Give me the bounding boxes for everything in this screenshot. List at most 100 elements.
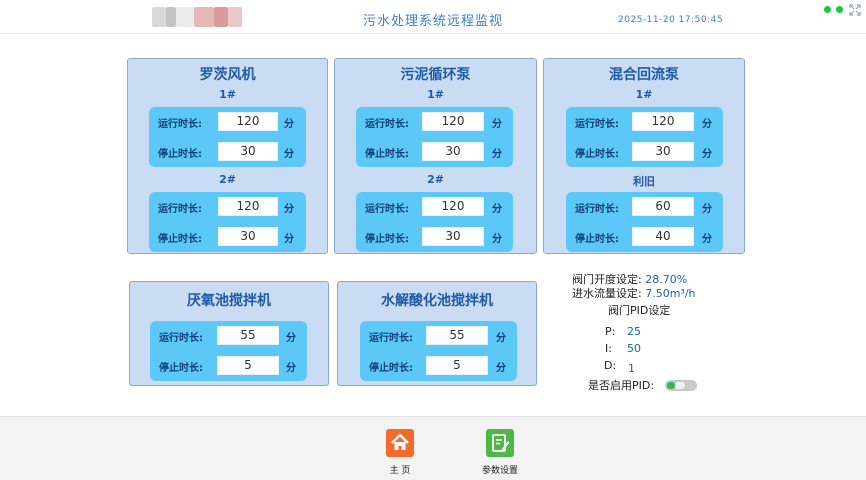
unit-label: 分 bbox=[284, 204, 294, 215]
stop-duration-input[interactable]: 30 bbox=[218, 227, 278, 246]
params-button[interactable]: 参数设置 bbox=[470, 429, 530, 479]
stop-duration-input[interactable]: 30 bbox=[632, 142, 694, 161]
stop-duration-label: 停止时长: bbox=[575, 149, 619, 160]
unit-label: 分 bbox=[496, 363, 506, 374]
stop-duration-label: 停止时长: bbox=[158, 234, 202, 245]
group-box: 运行时长: 55 分 停止时长: 5 分 bbox=[150, 321, 307, 381]
app-window: 污水处理系统远程监视 2025-11-20 17:50:45 罗茨风机 1# 运… bbox=[0, 0, 866, 480]
pid-enable-toggle[interactable] bbox=[665, 380, 697, 391]
group-box: 运行时长: 60 分 停止时长: 40 分 bbox=[566, 192, 723, 252]
group-box: 运行时长: 120 分 停止时长: 30 分 bbox=[149, 107, 306, 167]
run-duration-input[interactable]: 120 bbox=[422, 112, 484, 131]
unit-label: 分 bbox=[492, 149, 502, 160]
edit-document-icon bbox=[486, 429, 514, 457]
pid-i-value[interactable]: 50 bbox=[627, 342, 641, 355]
unit-label: 分 bbox=[492, 119, 502, 130]
pid-section-title: 阀门PID设定 bbox=[608, 304, 671, 317]
unit-label: 分 bbox=[492, 204, 502, 215]
pid-p-label: P: bbox=[605, 325, 616, 338]
status-dot bbox=[824, 6, 831, 13]
run-duration-input[interactable]: 120 bbox=[422, 197, 484, 216]
unit-label: 分 bbox=[496, 333, 506, 344]
run-duration-label: 运行时长: bbox=[369, 333, 413, 344]
panel-title: 混合回流泵 bbox=[609, 67, 679, 83]
unit-label: 分 bbox=[286, 363, 296, 374]
panel-anaerobic-mixer: 厌氧池搅拌机 运行时长: 55 分 停止时长: 5 分 bbox=[129, 281, 329, 386]
stop-duration-input[interactable]: 5 bbox=[426, 356, 488, 375]
main-content: 罗茨风机 1# 运行时长: 120 分 停止时长: 30 分 2# 运行时长: … bbox=[0, 34, 866, 416]
inflow-rate-value[interactable]: 7.50m³/h bbox=[645, 287, 695, 300]
run-duration-input[interactable]: 60 bbox=[632, 197, 694, 216]
stop-duration-input[interactable]: 5 bbox=[217, 356, 279, 375]
clock-display: 2025-11-20 17:50:45 bbox=[618, 15, 724, 25]
unit-label: 分 bbox=[284, 234, 294, 245]
panel-title: 污泥循环泵 bbox=[400, 67, 471, 83]
group-label: 1# bbox=[219, 88, 236, 101]
group-box: 运行时长: 120 分 停止时长: 30 分 bbox=[356, 192, 513, 252]
toggle-knob bbox=[675, 382, 685, 389]
run-duration-input[interactable]: 120 bbox=[632, 112, 694, 131]
run-duration-input[interactable]: 55 bbox=[426, 326, 488, 345]
stop-duration-label: 停止时长: bbox=[159, 363, 203, 374]
group-label: 2# bbox=[219, 173, 236, 186]
group-box: 运行时长: 120 分 停止时长: 30 分 bbox=[566, 107, 723, 167]
stop-duration-input[interactable]: 40 bbox=[632, 227, 694, 246]
panel-roots-blower: 罗茨风机 1# 运行时长: 120 分 停止时长: 30 分 2# 运行时长: … bbox=[127, 58, 328, 254]
stop-duration-label: 停止时长: bbox=[365, 149, 409, 160]
run-duration-input[interactable]: 120 bbox=[218, 112, 278, 131]
pid-p-value[interactable]: 25 bbox=[627, 325, 641, 338]
home-label: 主 页 bbox=[389, 466, 411, 476]
panel-title: 厌氧池搅拌机 bbox=[187, 293, 271, 309]
group-box: 运行时长: 120 分 停止时长: 30 分 bbox=[149, 192, 306, 252]
run-duration-input[interactable]: 120 bbox=[218, 197, 278, 216]
unit-label: 分 bbox=[702, 234, 712, 245]
params-label: 参数设置 bbox=[481, 466, 518, 476]
home-button[interactable]: 主 页 bbox=[370, 429, 430, 479]
run-duration-label: 运行时长: bbox=[159, 333, 203, 344]
stop-duration-label: 停止时长: bbox=[575, 234, 619, 245]
unit-label: 分 bbox=[284, 119, 294, 130]
panel-title: 罗茨风机 bbox=[199, 67, 256, 83]
page-title: 污水处理系统远程监视 bbox=[362, 14, 503, 29]
panel-sludge-circulation-pump: 污泥循环泵 1# 运行时长: 120 分 停止时长: 30 分 2# 运行时长:… bbox=[334, 58, 537, 254]
inflow-rate-label: 进水流量设定: bbox=[572, 287, 642, 300]
stop-duration-input[interactable]: 30 bbox=[218, 142, 278, 161]
unit-label: 分 bbox=[702, 204, 712, 215]
stop-duration-label: 停止时长: bbox=[158, 149, 202, 160]
run-duration-label: 运行时长: bbox=[575, 119, 619, 130]
bottom-nav: 主 页 参数设置 bbox=[0, 416, 866, 480]
unit-label: 分 bbox=[284, 149, 294, 160]
home-icon bbox=[386, 429, 414, 457]
header-bar: 污水处理系统远程监视 2025-11-20 17:50:45 bbox=[0, 0, 866, 34]
stop-duration-label: 停止时长: bbox=[365, 234, 409, 245]
group-label: 2# bbox=[427, 173, 444, 186]
panel-title: 水解酸化池搅拌机 bbox=[381, 293, 493, 309]
run-duration-label: 运行时长: bbox=[575, 204, 619, 215]
run-duration-label: 运行时长: bbox=[158, 119, 202, 130]
unit-label: 分 bbox=[492, 234, 502, 245]
pid-i-label: I: bbox=[605, 342, 612, 355]
group-label: 利旧 bbox=[633, 175, 655, 188]
group-label: 1# bbox=[635, 88, 653, 101]
pid-enable-label: 是否启用PID: bbox=[588, 379, 655, 392]
unit-label: 分 bbox=[702, 119, 712, 130]
panel-hydrolysis-mixer: 水解酸化池搅拌机 运行时长: 55 分 停止时长: 5 分 bbox=[337, 281, 537, 386]
toggle-indicator bbox=[667, 382, 675, 389]
unit-label: 分 bbox=[286, 333, 296, 344]
pid-d-value[interactable]: 1 bbox=[628, 362, 635, 375]
stop-duration-input[interactable]: 30 bbox=[422, 142, 484, 161]
run-duration-label: 运行时长: bbox=[158, 204, 202, 215]
inflow-rate-row: 进水流量设定: 7.50m³/h bbox=[572, 285, 696, 301]
stop-duration-input[interactable]: 30 bbox=[422, 227, 484, 246]
stop-duration-label: 停止时长: bbox=[369, 363, 413, 374]
group-box: 运行时长: 55 分 停止时长: 5 分 bbox=[360, 321, 517, 381]
status-dot bbox=[836, 6, 843, 13]
run-duration-label: 运行时长: bbox=[365, 204, 409, 215]
run-duration-label: 运行时长: bbox=[365, 119, 409, 130]
unit-label: 分 bbox=[702, 149, 712, 160]
expand-icon[interactable] bbox=[849, 4, 861, 16]
panel-mixed-reflux-pump: 混合回流泵 1# 运行时长: 120 分 停止时长: 30 分 利旧 运行时长:… bbox=[543, 58, 745, 254]
group-box: 运行时长: 120 分 停止时长: 30 分 bbox=[356, 107, 513, 167]
run-duration-input[interactable]: 55 bbox=[217, 326, 279, 345]
group-label: 1# bbox=[427, 88, 444, 101]
